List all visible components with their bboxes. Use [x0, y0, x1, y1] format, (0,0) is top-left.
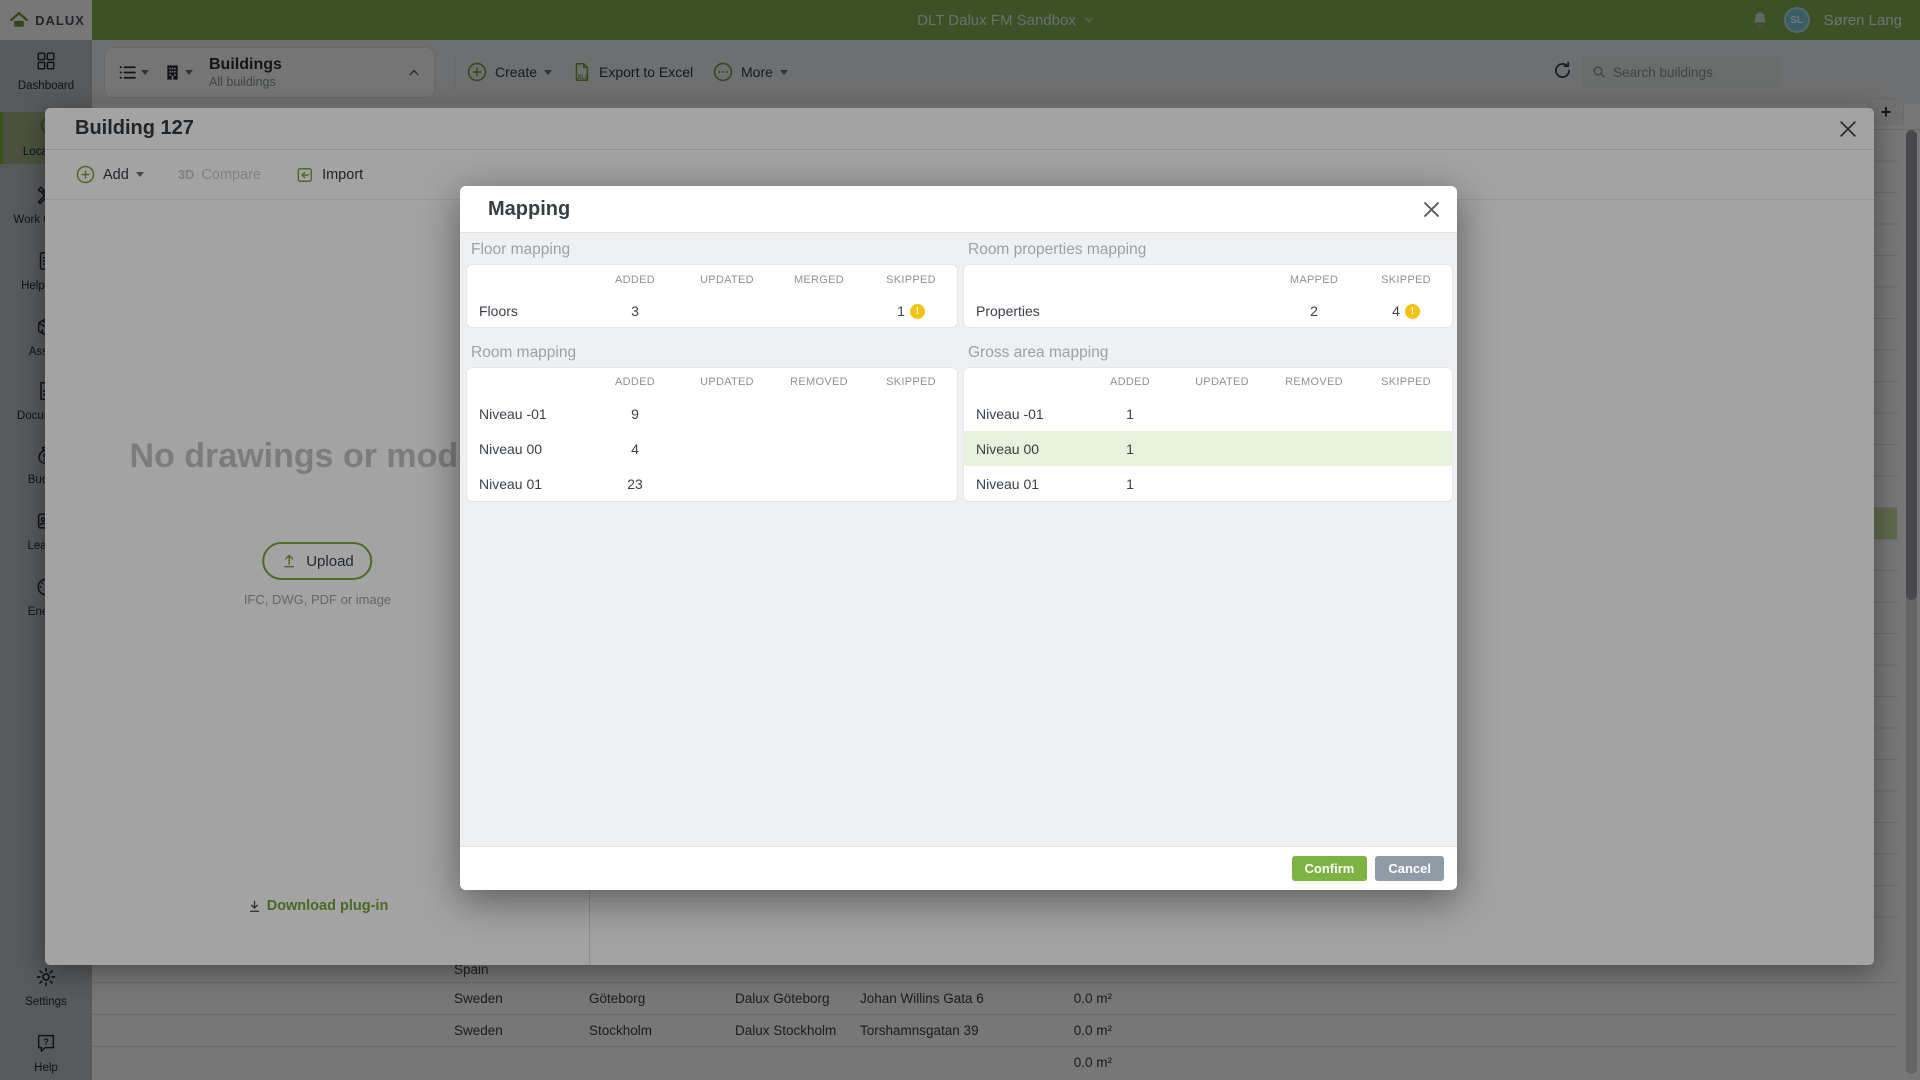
- table-row: Niveau 00 4: [467, 431, 957, 466]
- column-header: SKIPPED: [865, 274, 957, 286]
- room-properties-mapping-section: Room properties mapping MAPPED SKIPPED P…: [964, 241, 1452, 327]
- mapping-modal-footer: Confirm Cancel: [460, 846, 1457, 890]
- skipped-value: 1: [897, 303, 905, 319]
- row-label: Properties: [964, 303, 1268, 319]
- mapping-modal-header: Mapping: [460, 186, 1457, 233]
- table-row: Niveau -01 1: [964, 396, 1452, 431]
- row-label: Niveau 00: [964, 441, 1084, 457]
- gross-area-mapping-card: ADDED UPDATED REMOVED SKIPPED Niveau -01…: [964, 368, 1452, 501]
- added-value: 23: [589, 476, 681, 492]
- row-label: Floors: [467, 303, 589, 319]
- app-root: DALUX DLT Dalux FM Sandbox SL Søren Lang…: [0, 0, 1920, 1080]
- room-mapping-card: ADDED UPDATED REMOVED SKIPPED Niveau -01…: [467, 368, 957, 501]
- column-header: ADDED: [589, 376, 681, 388]
- column-header: SKIPPED: [1360, 376, 1452, 388]
- column-header: UPDATED: [681, 376, 773, 388]
- column-header: REMOVED: [1268, 376, 1360, 388]
- column-header: SKIPPED: [865, 376, 957, 388]
- column-header: UPDATED: [1176, 376, 1268, 388]
- room-properties-card: MAPPED SKIPPED Properties 2 4 !: [964, 265, 1452, 327]
- table-header-row: ADDED UPDATED REMOVED SKIPPED: [964, 368, 1452, 396]
- gross-area-mapping-section: Gross area mapping ADDED UPDATED REMOVED…: [964, 344, 1452, 501]
- skipped-value: 4: [1392, 303, 1400, 319]
- confirm-button[interactable]: Confirm: [1292, 856, 1368, 881]
- added-value: 3: [589, 303, 681, 319]
- room-mapping-section: Room mapping ADDED UPDATED REMOVED SKIPP…: [467, 344, 957, 501]
- added-value: 4: [589, 441, 681, 457]
- table-row: Niveau 01 23: [467, 466, 957, 501]
- skipped-value-cell: 1 !: [865, 303, 957, 319]
- mapping-modal: Mapping Floor mapping ADDED UPDATED MERG…: [460, 186, 1457, 890]
- column-header: ADDED: [1084, 376, 1176, 388]
- table-header-row: MAPPED SKIPPED: [964, 265, 1452, 295]
- added-value: 1: [1084, 406, 1176, 422]
- row-label: Niveau -01: [964, 406, 1084, 422]
- mapped-value: 2: [1268, 303, 1360, 319]
- warning-icon[interactable]: !: [910, 304, 925, 319]
- column-header: MERGED: [773, 274, 865, 286]
- added-value: 1: [1084, 441, 1176, 457]
- table-header-row: ADDED UPDATED REMOVED SKIPPED: [467, 368, 957, 396]
- added-value: 9: [589, 406, 681, 422]
- mapping-modal-title: Mapping: [488, 198, 570, 221]
- skipped-value-cell: 4 !: [1360, 303, 1452, 319]
- row-label: Niveau 01: [964, 476, 1084, 492]
- added-value: 1: [1084, 476, 1176, 492]
- table-row-highlighted: Niveau 00 1: [964, 431, 1452, 466]
- section-title: Gross area mapping: [964, 344, 1452, 368]
- floor-mapping-card: ADDED UPDATED MERGED SKIPPED Floors 3 1 …: [467, 265, 957, 327]
- table-row: Niveau -01 9: [467, 396, 957, 431]
- table-row: Floors 3 1 !: [467, 295, 957, 327]
- section-title: Floor mapping: [467, 241, 957, 265]
- warning-icon[interactable]: !: [1405, 304, 1420, 319]
- table-row: Properties 2 4 !: [964, 295, 1452, 327]
- cancel-button[interactable]: Cancel: [1375, 856, 1444, 881]
- section-title: Room mapping: [467, 344, 957, 368]
- close-icon[interactable]: [1424, 202, 1439, 217]
- column-header: REMOVED: [773, 376, 865, 388]
- table-row: Niveau 01 1: [964, 466, 1452, 501]
- row-label: Niveau 00: [467, 441, 589, 457]
- column-header: UPDATED: [681, 274, 773, 286]
- row-label: Niveau -01: [467, 406, 589, 422]
- floor-mapping-section: Floor mapping ADDED UPDATED MERGED SKIPP…: [467, 241, 957, 327]
- section-title: Room properties mapping: [964, 241, 1452, 265]
- row-label: Niveau 01: [467, 476, 589, 492]
- column-header: ADDED: [589, 274, 681, 286]
- column-header: SKIPPED: [1360, 274, 1452, 286]
- table-header-row: ADDED UPDATED MERGED SKIPPED: [467, 265, 957, 295]
- column-header: MAPPED: [1268, 274, 1360, 286]
